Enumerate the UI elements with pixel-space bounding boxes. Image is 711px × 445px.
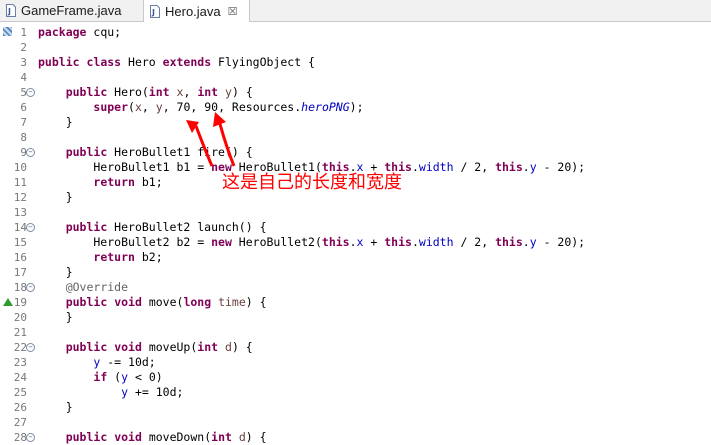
annotation-text: 这是自己的长度和宽度 [222, 172, 402, 193]
arrow-2 [218, 123, 236, 167]
annotation-arrows [186, 112, 236, 167]
arrow-1 [194, 125, 214, 167]
